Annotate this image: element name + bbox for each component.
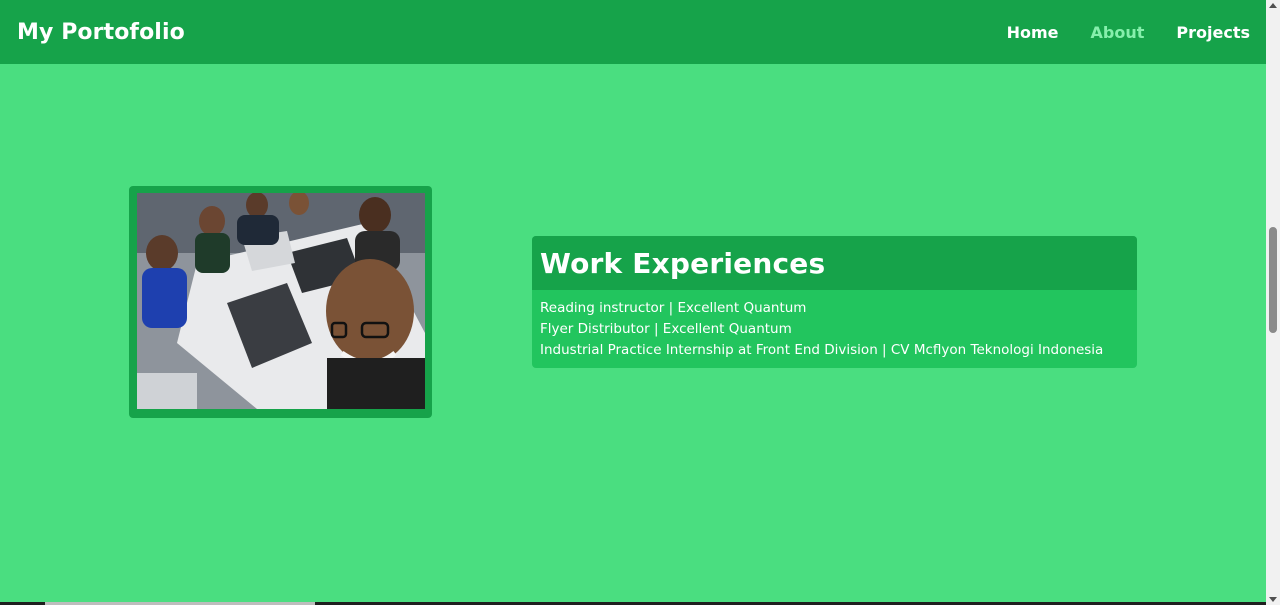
nav-link-about[interactable]: About [1091,23,1145,42]
scroll-up-arrow-icon[interactable] [1269,3,1277,8]
brand-title[interactable]: My Portofolio [17,20,185,45]
nav-link-home[interactable]: Home [1007,23,1059,42]
vertical-scrollbar-thumb[interactable] [1269,227,1277,333]
experience-item: Flyer Distributor | Excellent Quantum [540,321,792,337]
work-experiences-card: Work Experiences Reading instructor | Ex… [532,236,1137,368]
nav-links: Home About Projects [1007,23,1250,42]
scroll-down-arrow-icon[interactable] [1269,597,1277,602]
work-experiences-header: Work Experiences [532,236,1137,290]
navbar: My Portofolio Home About Projects [0,0,1266,64]
about-section: Work Experiences Reading instructor | Ex… [0,64,1266,605]
work-experiences-list: Reading instructor | Excellent Quantum F… [532,290,1137,361]
vertical-scrollbar[interactable] [1266,0,1280,605]
page: My Portofolio Home About Projects Work E… [0,0,1280,605]
work-experiences-title: Work Experiences [540,246,826,280]
group-photo-illustration [137,193,425,409]
experience-item: Reading instructor | Excellent Quantum [540,300,807,316]
experience-item: Industrial Practice Internship at Front … [540,342,1104,358]
nav-link-projects[interactable]: Projects [1176,23,1250,42]
profile-photo [137,193,425,409]
profile-photo-frame [129,186,432,418]
